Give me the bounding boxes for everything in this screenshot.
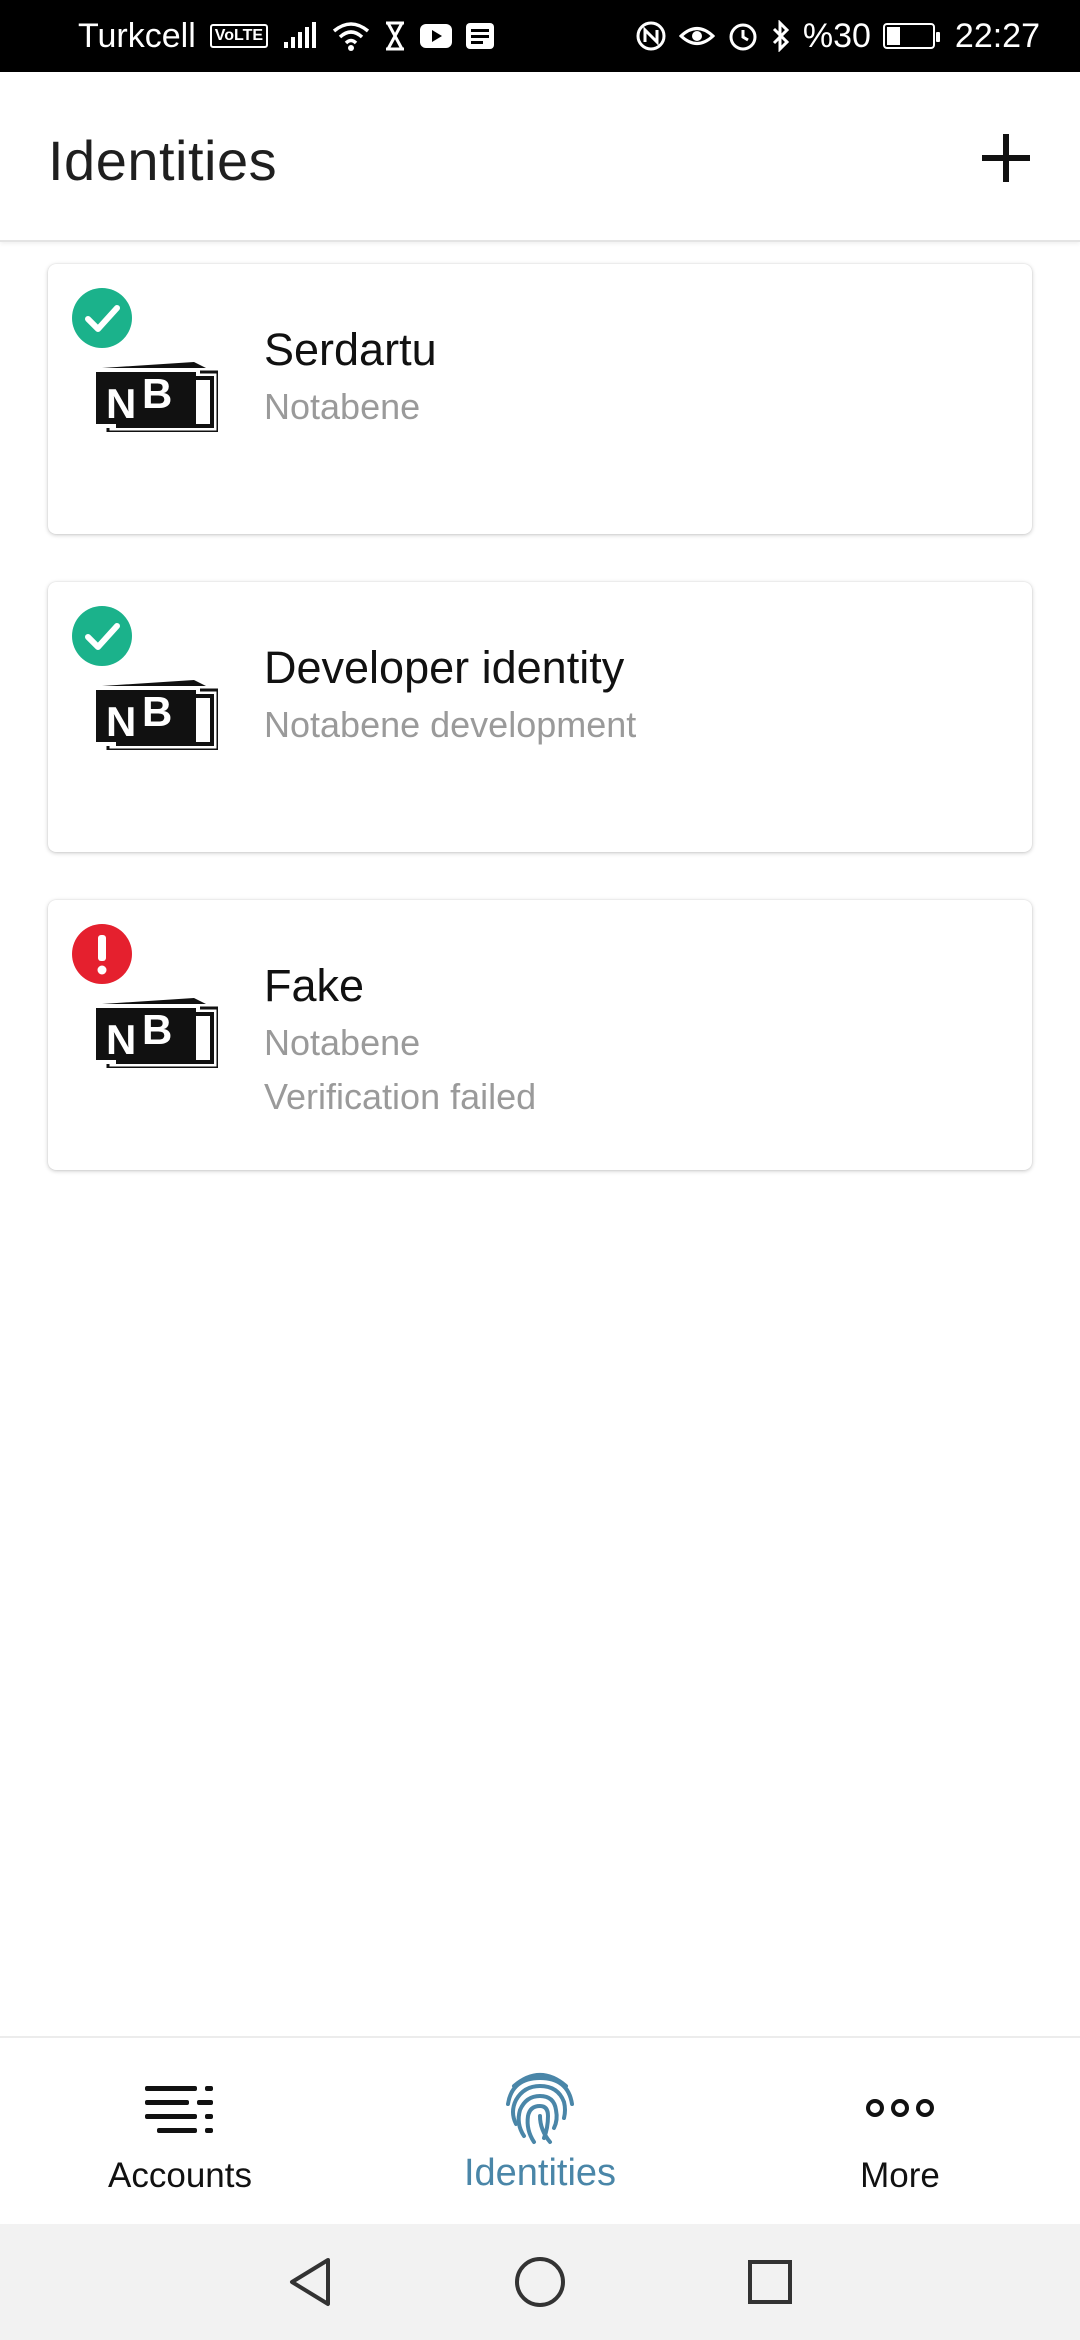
page-title: Identities <box>48 129 278 192</box>
bottom-navigation: Accounts Identities More <box>0 2036 1080 2226</box>
identity-name: Serdartu <box>264 324 437 375</box>
recents-square-icon <box>748 2260 792 2304</box>
carrier-name: Turkcell <box>78 16 196 55</box>
error-alert-icon <box>72 924 132 984</box>
youtube-icon <box>420 24 453 48</box>
identity-issuer: Notabene <box>264 386 421 427</box>
back-triangle-icon <box>290 2258 330 2306</box>
svg-text:B: B <box>142 1006 172 1053</box>
nav-accounts[interactable]: Accounts <box>0 2038 360 2226</box>
hourglass-icon <box>384 21 406 51</box>
battery-icon <box>882 23 940 49</box>
eye-icon <box>678 23 715 49</box>
plus-icon <box>982 134 1030 182</box>
nav-identities[interactable]: Identities <box>360 2038 720 2226</box>
list-icon <box>0 2068 360 2148</box>
svg-text:B: B <box>142 688 172 735</box>
recents-button[interactable] <box>740 2252 800 2312</box>
identity-list: N B Serdartu Notabene N B Developer identity No… <box>48 264 1032 1218</box>
identity-card[interactable]: N B Serdartu Notabene <box>48 264 1032 534</box>
status-bar: Turkcell VoLTE %30 22:27 <box>0 0 1080 72</box>
svg-text:N: N <box>106 1016 136 1063</box>
signal-icon <box>282 22 318 50</box>
fingerprint-icon <box>360 2068 720 2148</box>
more-dots-icon <box>720 2068 1080 2148</box>
notabene-logo-icon: NB <box>96 362 218 432</box>
svg-text:N: N <box>106 698 136 745</box>
identity-card[interactable]: N B Developer identity Notabene development <box>48 582 1032 852</box>
svg-text:B: B <box>142 370 172 417</box>
home-circle-icon <box>515 2257 565 2307</box>
message-icon <box>466 23 495 49</box>
nav-more-label: More <box>860 2156 940 2195</box>
alarm-icon <box>727 20 759 52</box>
identity-issuer: Notabene development <box>264 704 637 745</box>
app-bar: Identities <box>0 72 1080 242</box>
battery-percent: %30 <box>802 16 871 55</box>
identity-issuer: Notabene <box>264 1022 421 1063</box>
nav-more[interactable]: More <box>720 2038 1080 2226</box>
verification-status-text: Verification failed <box>264 1076 537 1117</box>
notabene-logo-icon: NB <box>96 998 218 1068</box>
clock: 22:27 <box>954 16 1040 55</box>
nav-identities-label: Identities <box>463 2152 617 2194</box>
volte-badge: VoLTE <box>209 24 269 48</box>
wifi-icon <box>332 21 370 51</box>
identity-name: Developer identity <box>264 642 625 693</box>
system-navigation-bar <box>0 2224 1080 2340</box>
svg-text:N: N <box>106 380 136 427</box>
verified-check-icon <box>72 606 132 666</box>
add-identity-button[interactable] <box>970 122 1042 194</box>
identity-card[interactable]: N B Fake Notabene Verification failed <box>48 900 1032 1170</box>
identity-name: Fake <box>264 960 365 1011</box>
nav-accounts-label: Accounts <box>108 2156 252 2195</box>
notabene-logo-icon: NB <box>96 680 218 750</box>
back-button[interactable] <box>280 2252 340 2312</box>
nfc-icon <box>635 20 667 52</box>
verified-check-icon <box>72 288 132 348</box>
home-button[interactable] <box>510 2252 570 2312</box>
bluetooth-icon <box>771 20 791 52</box>
